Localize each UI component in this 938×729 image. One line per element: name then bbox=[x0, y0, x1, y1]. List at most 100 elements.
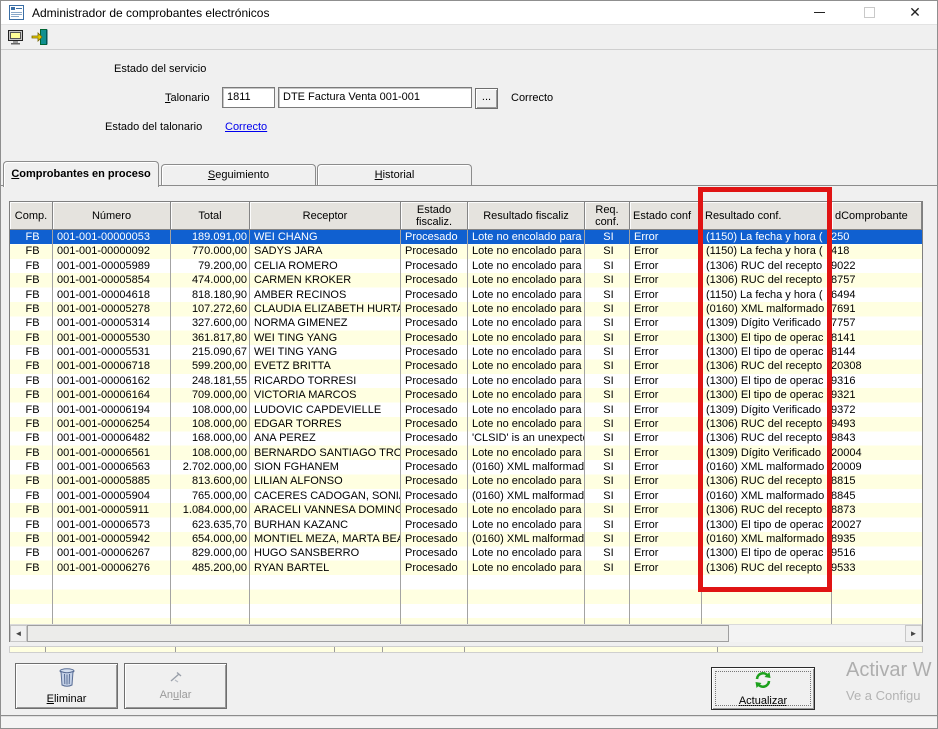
cell: FB bbox=[10, 345, 53, 359]
horizontal-scrollbar[interactable]: ◄ ► bbox=[10, 624, 922, 642]
column-separator bbox=[170, 230, 171, 624]
cell: Procesado bbox=[401, 259, 468, 273]
cell: Lote no encolado para p bbox=[468, 345, 585, 359]
cell: 001-001-00006573 bbox=[53, 518, 171, 532]
cell: Procesado bbox=[401, 331, 468, 345]
cell: 001-001-00005904 bbox=[53, 489, 171, 503]
cell: 8815 bbox=[832, 474, 922, 488]
cell: FB bbox=[10, 489, 53, 503]
scroll-left-arrow-icon[interactable]: ◄ bbox=[10, 625, 27, 642]
cell: Error bbox=[630, 518, 702, 532]
cell: Lote no encolado para p bbox=[468, 288, 585, 302]
anular-button[interactable]: Anular bbox=[124, 663, 227, 709]
cell: ARACELI VANNESA DOMINGU bbox=[250, 503, 401, 517]
cell: 001-001-00005854 bbox=[53, 273, 171, 287]
cell: Procesado bbox=[401, 345, 468, 359]
cell: (0160) XML malformado bbox=[468, 532, 585, 546]
cell: Error bbox=[630, 316, 702, 330]
cell: Lote no encolado para p bbox=[468, 561, 585, 575]
cell: Lote no encolado para p bbox=[468, 374, 585, 388]
cell: Error bbox=[630, 388, 702, 402]
cell: 8757 bbox=[832, 273, 922, 287]
cell: 361.817,80 bbox=[171, 331, 250, 345]
cell: 8873 bbox=[832, 503, 922, 517]
tab-comprobantes-en-proceso[interactable]: Comprobantes en proceso bbox=[3, 161, 159, 187]
cell: Lote no encolado para p bbox=[468, 359, 585, 373]
cell: EDGAR TORRES bbox=[250, 417, 401, 431]
cell: CACERES CADOGAN, SONIA. bbox=[250, 489, 401, 503]
cell: 001-001-00000092 bbox=[53, 244, 171, 258]
anular-icon bbox=[169, 671, 183, 686]
cell: Procesado bbox=[401, 374, 468, 388]
minimize-button[interactable] bbox=[797, 1, 841, 24]
cell: 'CLSID' is an unexpecte bbox=[468, 431, 585, 445]
talonario-description-input[interactable]: DTE Factura Venta 001-001 bbox=[278, 87, 472, 108]
cell: Procesado bbox=[401, 359, 468, 373]
cell: 813.600,00 bbox=[171, 474, 250, 488]
cell: BURHAN KAZANC bbox=[250, 518, 401, 532]
cell: 8845 bbox=[832, 489, 922, 503]
cell: Lote no encolado para p bbox=[468, 273, 585, 287]
tab-historial[interactable]: Historial bbox=[317, 164, 472, 185]
cell: Lote no encolado para p bbox=[468, 417, 585, 431]
cell: Procesado bbox=[401, 546, 468, 560]
cell: Error bbox=[630, 374, 702, 388]
cell: 001-001-00006164 bbox=[53, 388, 171, 402]
cell: 001-001-00006276 bbox=[53, 561, 171, 575]
cell: HUGO SANSBERRO bbox=[250, 546, 401, 560]
scrollbar-thumb[interactable] bbox=[27, 625, 729, 642]
cell: 709.000,00 bbox=[171, 388, 250, 402]
cell: Lote no encolado para p bbox=[468, 302, 585, 316]
cell: 474.000,00 bbox=[171, 273, 250, 287]
cell: Procesado bbox=[401, 230, 468, 244]
column-separator bbox=[400, 230, 401, 624]
cell: SI bbox=[585, 331, 630, 345]
cell: Procesado bbox=[401, 288, 468, 302]
column-separator bbox=[584, 230, 585, 624]
strip-tick bbox=[45, 647, 46, 652]
cell: SI bbox=[585, 230, 630, 244]
cell: SI bbox=[585, 518, 630, 532]
scroll-right-arrow-icon[interactable]: ► bbox=[905, 625, 922, 642]
cell: 107.272,60 bbox=[171, 302, 250, 316]
cell: 829.000,00 bbox=[171, 546, 250, 560]
eliminar-button[interactable]: Eliminar bbox=[15, 663, 118, 709]
cell: FB bbox=[10, 474, 53, 488]
cell: SADYS JARA bbox=[250, 244, 401, 258]
cell: SI bbox=[585, 244, 630, 258]
browse-button[interactable]: ... bbox=[475, 88, 498, 109]
monitor-icon[interactable] bbox=[6, 27, 25, 46]
cell: 9533 bbox=[832, 561, 922, 575]
talonario-status-link[interactable]: Correcto bbox=[225, 121, 267, 133]
cell: FB bbox=[10, 403, 53, 417]
cell: SI bbox=[585, 532, 630, 546]
exit-icon[interactable] bbox=[30, 27, 49, 46]
maximize-button[interactable] bbox=[847, 1, 891, 24]
cell: CARMEN KROKER bbox=[250, 273, 401, 287]
cell: 818.180,90 bbox=[171, 288, 250, 302]
close-button[interactable]: ✕ bbox=[893, 1, 937, 24]
talonario-number-input[interactable]: 1811 bbox=[222, 87, 275, 108]
cell: 765.000,00 bbox=[171, 489, 250, 503]
cell: 9493 bbox=[832, 417, 922, 431]
cell: Error bbox=[630, 244, 702, 258]
cell: 250 bbox=[832, 230, 922, 244]
tab-seguimiento[interactable]: Seguimiento bbox=[161, 164, 316, 185]
cell: 001-001-00006254 bbox=[53, 417, 171, 431]
cell: FB bbox=[10, 316, 53, 330]
cell: 327.600,00 bbox=[171, 316, 250, 330]
cell: WEI TING YANG bbox=[250, 331, 401, 345]
cell: 168.000,00 bbox=[171, 431, 250, 445]
strip-tick bbox=[175, 647, 176, 652]
cell: Error bbox=[630, 546, 702, 560]
cell: SI bbox=[585, 503, 630, 517]
cell: SI bbox=[585, 316, 630, 330]
actualizar-button[interactable]: Actualizar bbox=[711, 667, 815, 710]
cell: Procesado bbox=[401, 518, 468, 532]
cell: 189.091,00 bbox=[171, 230, 250, 244]
cell: Error bbox=[630, 273, 702, 287]
cell: Error bbox=[630, 446, 702, 460]
cell: Lote no encolado para p bbox=[468, 474, 585, 488]
cell: FB bbox=[10, 331, 53, 345]
cell: Error bbox=[630, 561, 702, 575]
